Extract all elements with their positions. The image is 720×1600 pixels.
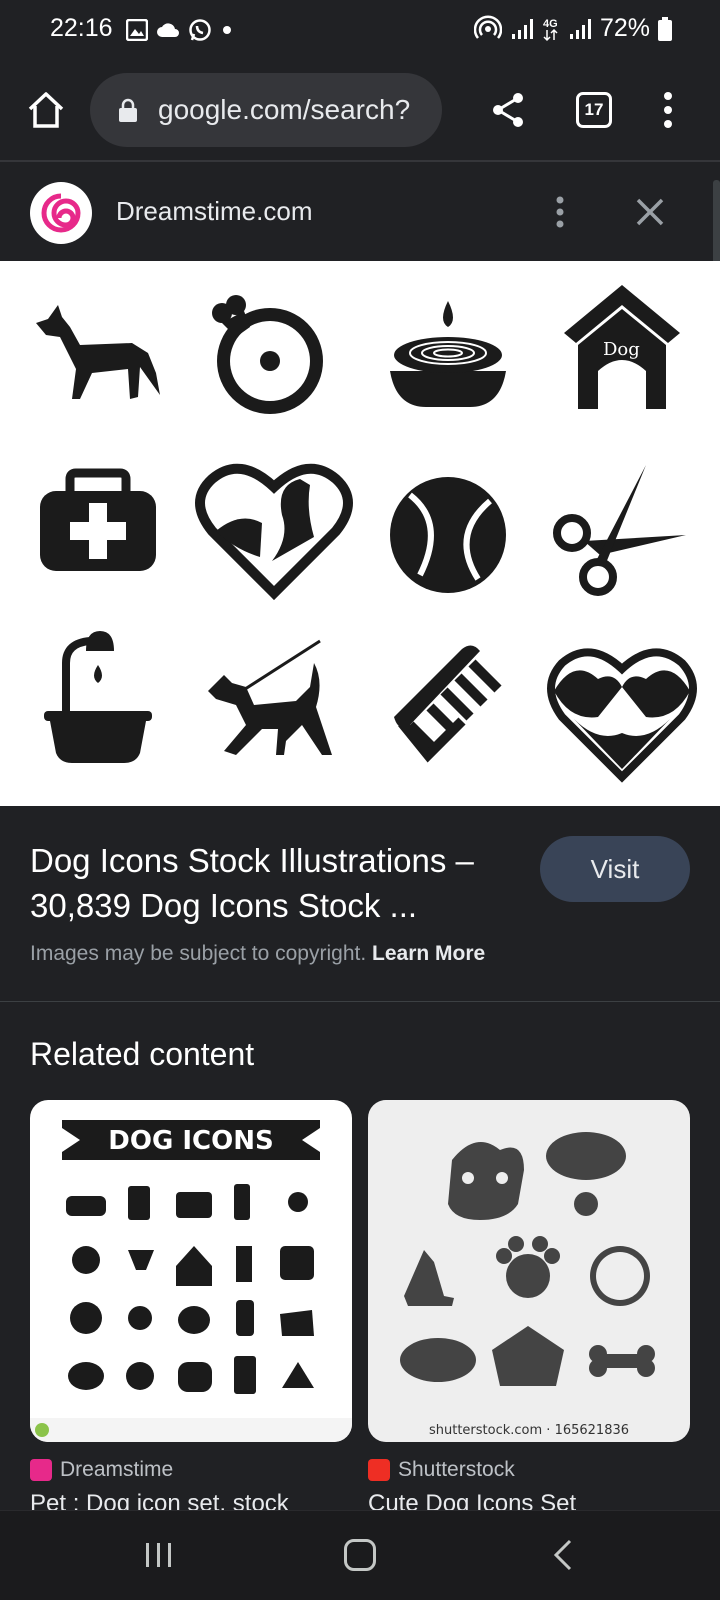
share-icon[interactable] [490,90,526,130]
related-card[interactable]: DOG ICONS [30,1100,352,1442]
battery-percent: 72% [599,14,650,42]
related-card[interactable]: shutterstock.com · 165621836 [368,1100,690,1442]
first-aid-kit-icon [40,468,156,571]
close-icon[interactable] [632,194,668,230]
card-caption[interactable]: Cute Dog Icons Set [368,1490,690,1510]
browser-toolbar: google.com/search? 17 [0,60,720,162]
gallery-icon [126,19,148,41]
recent-apps-icon[interactable] [144,1541,174,1569]
doghouse-label: Dog [603,339,640,360]
home-nav-icon[interactable] [344,1539,376,1571]
hotspot-icon [473,14,502,39]
signal-2-icon [569,18,591,39]
card-source-name: Dreamstime [60,1458,174,1481]
dreamstime-favicon [30,1459,52,1481]
signal-icon [511,18,533,39]
heart-woman-dog-icon [195,463,353,601]
result-info: Dog Icons Stock Illustrations – 30,839 D… [0,806,720,1002]
home-icon[interactable] [26,90,66,130]
preview-image[interactable]: Dog [0,261,720,806]
tennis-ball-icon [390,477,506,593]
shower-tub-icon [44,631,152,763]
source-site-name[interactable]: Dreamstime.com [116,196,312,227]
card-watermark: shutterstock.com · 165621836 [429,1423,629,1438]
visit-button[interactable]: Visit [540,836,690,902]
card-banner: DOG ICONS [108,1126,273,1156]
copyright-text: Images may be subject to copyright. [30,942,367,965]
dreamstime-logo [30,182,92,244]
card-caption[interactable]: Pet : Dog icon set, stock [30,1490,352,1510]
image-panel-header: Dreamstime.com [0,164,720,261]
status-bar: 22:16 4G 72% [0,0,720,60]
panel-more-icon[interactable] [548,192,572,232]
url-text[interactable]: google.com/search? [158,94,438,126]
scissors-icon [553,465,686,596]
dot-icon [223,26,231,34]
shutterstock-favicon [368,1459,390,1481]
tab-switcher-button[interactable]: 17 [576,92,612,128]
card-source-name: Shutterstock [398,1458,515,1481]
comb-icon [394,645,502,763]
dog-on-leash-icon [208,639,332,755]
food-bowl-icon [390,301,506,407]
dog-house-icon: Dog [564,285,680,409]
notification-icons [126,16,234,44]
lock-icon [119,98,137,122]
heart-dogs-icon [547,648,697,783]
dog-icon [36,305,160,399]
meat-bone-icon [212,295,323,414]
battery-icon [658,16,672,41]
result-title[interactable]: Dog Icons Stock Illustrations – 30,839 D… [30,838,510,928]
overflow-menu-icon[interactable] [656,90,680,130]
card-source[interactable]: Dreamstime [30,1458,173,1482]
svg-text:4G: 4G [543,18,558,30]
back-icon[interactable] [552,1539,574,1571]
system-navigation-bar [0,1510,720,1600]
related-content-heading: Related content [30,1036,255,1072]
4g-icon: 4G [543,18,558,41]
whatsapp-icon [189,19,211,41]
address-bar[interactable]: google.com/search? [90,73,442,147]
status-right: 4G 72% [473,14,672,43]
card-source[interactable]: Shutterstock [368,1458,515,1482]
cloud-icon [157,23,179,37]
learn-more-link[interactable]: Learn More [372,942,485,965]
copyright-notice: Images may be subject to copyright. Lear… [30,942,485,966]
status-time: 22:16 [50,14,113,42]
